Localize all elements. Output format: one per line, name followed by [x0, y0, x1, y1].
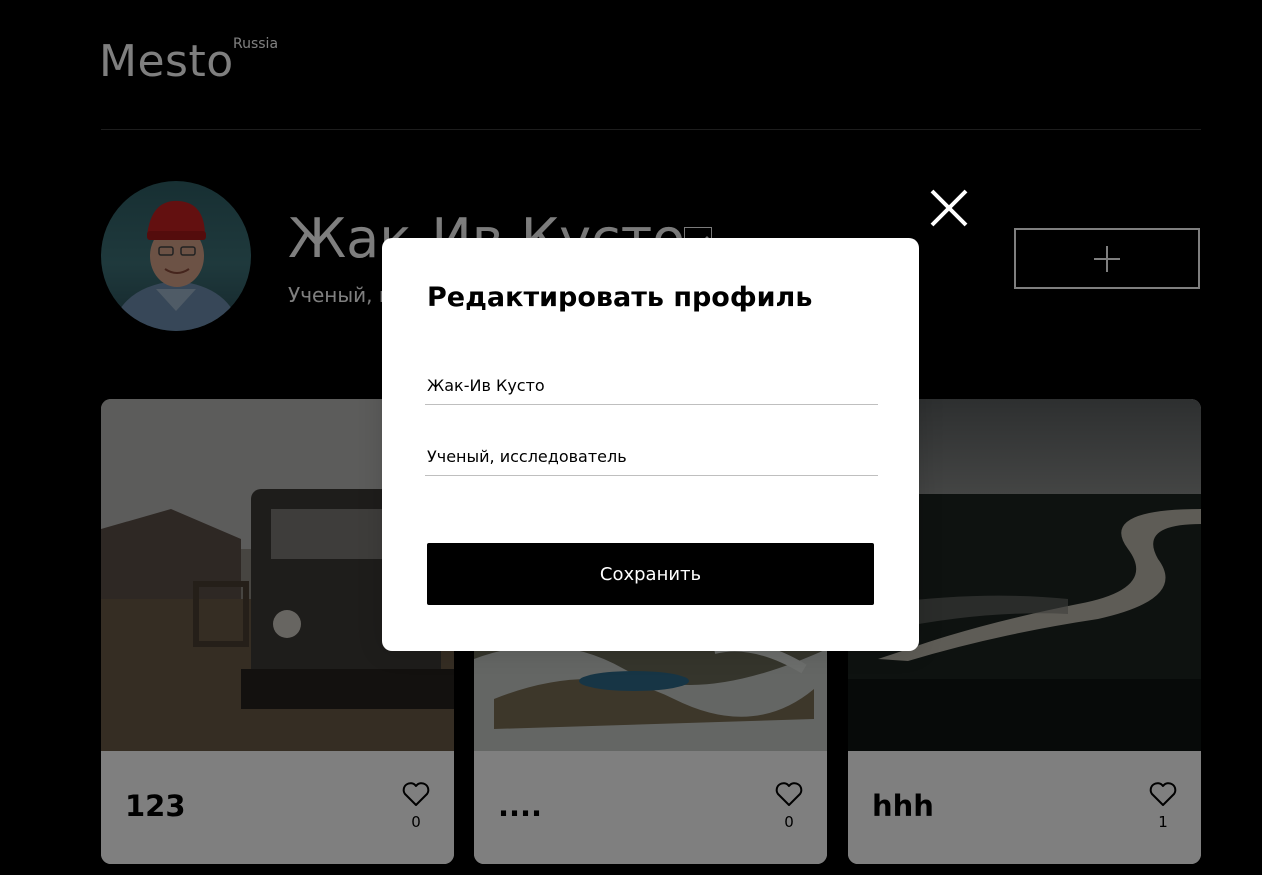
page: Mesto Russia Жак-Ив Кусто: [0, 0, 1262, 875]
name-input[interactable]: [425, 375, 878, 405]
close-icon: [930, 189, 968, 227]
close-button[interactable]: [928, 187, 970, 229]
edit-profile-modal: Редактировать профиль Сохранить: [382, 238, 919, 651]
modal-title: Редактировать профиль: [427, 282, 813, 313]
save-button[interactable]: Сохранить: [427, 543, 874, 605]
about-input[interactable]: [425, 446, 878, 476]
